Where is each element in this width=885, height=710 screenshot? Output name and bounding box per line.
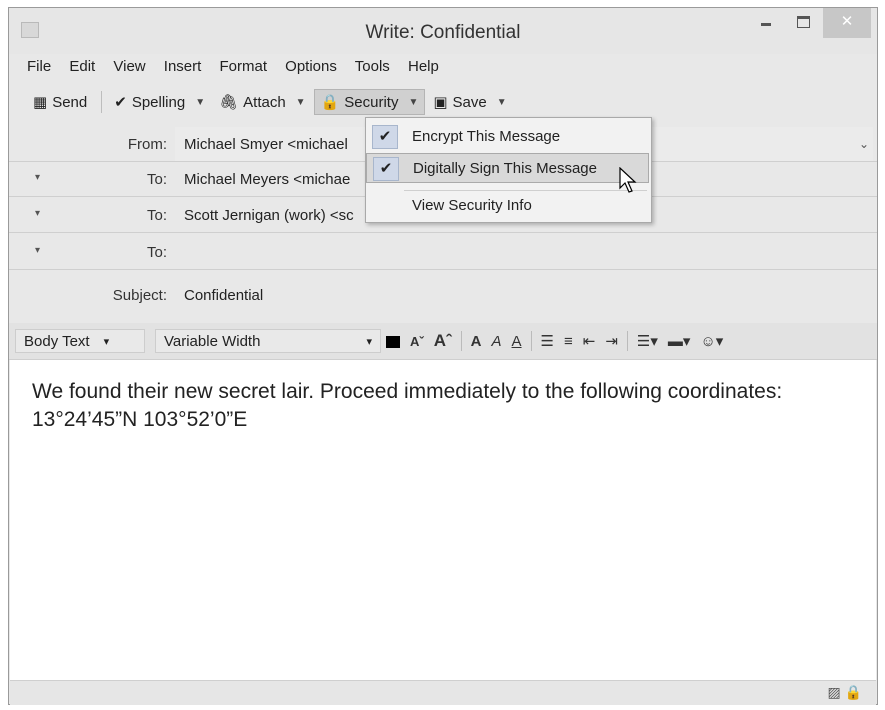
recipient-row: ▾ To: <box>9 235 877 270</box>
menu-file[interactable]: File <box>27 58 51 75</box>
send-icon: ▦ <box>33 94 48 111</box>
paragraph-style-select[interactable]: Body Text ▾ <box>15 329 145 353</box>
message-body-text: We found their new secret lair. Proceed … <box>32 380 783 431</box>
font-value: Variable Width <box>164 332 261 350</box>
recipient-type-dropdown-icon[interactable]: ▾ <box>35 172 40 183</box>
text-color-button[interactable] <box>386 333 400 350</box>
from-label: From: <box>127 136 167 153</box>
close-icon: ✕ <box>840 13 854 30</box>
to-label: To: <box>146 207 167 224</box>
format-separator <box>626 331 628 351</box>
insert-object-icon[interactable]: ▬▾ <box>668 332 691 350</box>
menu-options[interactable]: Options <box>285 58 337 75</box>
checkmark-icon: ✔ <box>114 94 127 111</box>
menu-item-digitally-sign-label: Digitally Sign This Message <box>413 160 597 177</box>
maximize-button[interactable] <box>786 8 820 38</box>
bulleted-list-icon[interactable]: ☰ <box>541 332 554 350</box>
minimize-icon <box>761 23 771 27</box>
attach-label: Attach <box>243 93 286 111</box>
menu-help[interactable]: Help <box>408 58 439 75</box>
underline-icon[interactable]: A <box>512 333 522 350</box>
font-select[interactable]: Variable Width ▾ <box>155 329 381 353</box>
mouse-pointer-icon <box>619 167 637 193</box>
spelling-label: Spelling <box>131 93 186 111</box>
format-separator <box>460 331 462 351</box>
chevron-down-icon[interactable]: ▼ <box>296 97 306 108</box>
message-body-editor[interactable]: We found their new secret lair. Proceed … <box>10 360 876 680</box>
floppy-disk-icon: ▣ <box>433 94 448 111</box>
toolbar-separator <box>101 91 103 113</box>
chevron-down-icon[interactable]: ▼ <box>497 97 507 108</box>
checkmark-icon: ✔ <box>373 157 399 181</box>
compose-toolbar: ▦ Send ✔ Spelling ▼ 🖇 Attach ▼ 🔒 Securit… <box>27 88 515 116</box>
subject-row: Subject: Confidential <box>9 278 877 312</box>
chevron-down-icon: ▾ <box>366 335 372 348</box>
menu-format[interactable]: Format <box>219 58 267 75</box>
font-size-smaller-icon[interactable]: Aˇ <box>410 334 424 349</box>
lock-icon: 🔒 <box>320 94 340 111</box>
chevron-down-icon[interactable]: ▼ <box>195 97 205 108</box>
subject-input[interactable]: Confidential <box>184 287 263 304</box>
font-size-larger-icon[interactable]: Aˆ <box>434 331 452 351</box>
security-dropdown-menu: ✔ Encrypt This Message ✔ Digitally Sign … <box>365 117 652 223</box>
save-button[interactable]: ▣ Save ▼ <box>427 90 512 114</box>
chevron-down-icon[interactable]: ▼ <box>408 97 418 108</box>
menu-item-encrypt[interactable]: ✔ Encrypt This Message <box>366 122 649 152</box>
menu-item-encrypt-label: Encrypt This Message <box>412 128 561 145</box>
status-bar: ▨ 🔒 <box>10 680 876 705</box>
menu-view[interactable]: View <box>113 58 145 75</box>
send-label: Send <box>52 93 88 111</box>
close-button[interactable]: ✕ <box>823 8 871 38</box>
numbered-list-icon[interactable]: ≡ <box>564 333 573 350</box>
to-value[interactable]: Scott Jernigan (work) <sc <box>184 207 354 224</box>
format-separator <box>530 331 532 351</box>
align-icon[interactable]: ☰▾ <box>637 332 658 350</box>
checkmark-icon: ✔ <box>372 125 398 149</box>
save-label: Save <box>452 93 487 111</box>
window-title: Write: Confidential <box>365 22 521 43</box>
paragraph-style-value: Body Text <box>24 332 90 350</box>
security-label: Security <box>344 93 399 111</box>
from-value: Michael Smyer <michael <box>184 136 348 153</box>
compose-window: Write: Confidential ✕ File Edit View Ins… <box>8 7 878 705</box>
menu-item-view-security-info[interactable]: View Security Info <box>366 191 649 221</box>
smiley-icon[interactable]: ☺▾ <box>700 332 723 350</box>
menu-bar: File Edit View Insert Format Options Too… <box>27 58 453 78</box>
bold-icon[interactable]: A <box>471 333 482 350</box>
maximize-icon <box>796 15 810 28</box>
text-color-swatch-icon <box>386 335 400 348</box>
to-label: To: <box>146 171 167 188</box>
recipient-type-dropdown-icon[interactable]: ▾ <box>35 208 40 219</box>
to-label: To: <box>146 244 167 261</box>
recipient-type-dropdown-icon[interactable]: ▾ <box>35 245 40 256</box>
menu-item-digitally-sign[interactable]: ✔ Digitally Sign This Message <box>366 153 649 183</box>
indent-icon[interactable]: ⇥ <box>605 332 618 350</box>
format-toolbar: Body Text ▾ Variable Width ▾ Aˇ Aˆ A A A… <box>9 323 877 360</box>
from-dropdown-chevron-icon[interactable]: ⌄ <box>859 137 869 151</box>
attach-button[interactable]: 🖇 Attach ▼ <box>213 90 311 114</box>
italic-icon[interactable]: A <box>492 333 502 350</box>
menu-tools[interactable]: Tools <box>355 58 390 75</box>
chevron-down-icon: ▾ <box>103 335 110 348</box>
menu-insert[interactable]: Insert <box>164 58 202 75</box>
to-value[interactable]: Michael Meyers <michae <box>184 171 350 188</box>
menu-item-view-security-info-label: View Security Info <box>412 197 532 214</box>
minimize-button[interactable] <box>750 8 782 38</box>
send-button[interactable]: ▦ Send <box>27 90 93 114</box>
subject-label: Subject: <box>112 287 167 304</box>
menu-edit[interactable]: Edit <box>69 58 95 75</box>
signature-status-icon[interactable]: ▨ 🔒 <box>827 684 862 701</box>
outdent-icon[interactable]: ⇤ <box>583 332 596 350</box>
paperclip-icon: 🖇 <box>219 94 239 111</box>
security-button[interactable]: 🔒 Security ▼ <box>313 89 426 115</box>
spelling-button[interactable]: ✔ Spelling ▼ <box>108 90 211 114</box>
title-bar[interactable]: Write: Confidential ✕ <box>9 8 877 54</box>
